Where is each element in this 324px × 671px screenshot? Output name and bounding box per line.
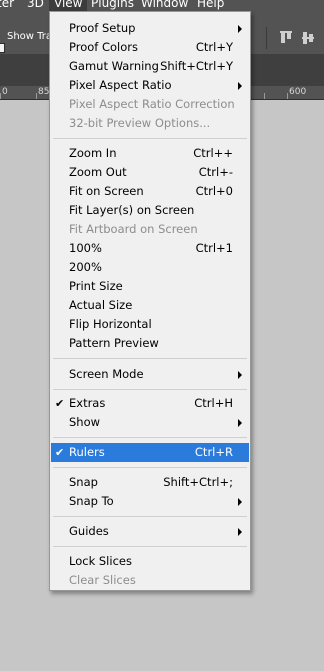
menu-item-shortcut: Ctrl+- [198,165,233,179]
menu-item-label: Clear Slices [69,573,136,587]
menu-divider [53,437,247,438]
menu-view[interactable]: View [49,0,88,11]
menu-item-fit-artboard-on-screen: Fit Artboard on Screen [51,220,249,239]
menu-item-fit-on-screen[interactable]: Fit on Screen Ctrl+0 [51,182,249,201]
menu-item-gamut-warning[interactable]: Gamut Warning Shift+Ctrl+Y [51,57,249,76]
menu-filter[interactable]: ter [0,0,14,11]
menu-item-shortcut: Ctrl+0 [195,184,233,198]
menu-item-label: Gamut Warning [69,59,159,73]
menu-item-zoom-out[interactable]: Zoom Out Ctrl+- [51,163,249,182]
submenu-arrow-icon [238,82,242,90]
menu-item-label: Zoom Out [69,165,127,179]
submenu-arrow-icon [238,528,242,536]
menu-item-label: Actual Size [69,298,133,312]
menu-item-extras[interactable]: ✔ Extras Ctrl+H [51,394,249,413]
menu-item-show[interactable]: Show [51,413,249,432]
menu-item-label: 200% [69,260,102,274]
menu-item-label: Flip Horizontal [69,317,152,331]
menu-item-label: Fit Layer(s) on Screen [69,203,195,217]
menu-item-snap-to[interactable]: Snap To [51,492,249,511]
menu-plugins[interactable]: Plugins [91,0,134,11]
ruler-label: 0 [2,87,8,97]
menu-item-label: Show [69,415,101,429]
menu-item-guides[interactable]: Guides [51,522,249,541]
menu-item-clear-slices: Clear Slices [51,571,249,590]
menu-item-32bit-preview-options: 32-bit Preview Options... [51,114,249,133]
options-divider [266,27,267,49]
submenu-arrow-icon [238,25,242,33]
menu-item-lock-slices[interactable]: Lock Slices [51,552,249,571]
menu-item-proof-colors[interactable]: Proof Colors Ctrl+Y [51,38,249,57]
menu-3d[interactable]: 3D [27,0,44,11]
menu-item-fit-layers-on-screen[interactable]: Fit Layer(s) on Screen [51,201,249,220]
menu-item-label: Pattern Preview [69,336,159,350]
menu-help[interactable]: Help [197,0,224,11]
menu-item-label: Fit Artboard on Screen [69,222,198,236]
menu-item-shortcut: Ctrl+H [194,396,233,410]
app-menubar: ter 3D View Plugins Window Help [0,0,324,11]
menu-item-shortcut: Ctrl+R [194,445,233,459]
menu-divider [53,467,247,468]
menu-item-label: Extras [69,396,106,410]
menu-divider [53,546,247,547]
show-transform-label[interactable]: Show Tra [7,31,52,42]
menu-item-100-percent[interactable]: 100% Ctrl+1 [51,239,249,258]
menu-item-label: Rulers [69,445,105,459]
menu-item-label: Fit on Screen [69,184,144,198]
menu-item-rulers[interactable]: ✔ Rulers Ctrl+R [51,443,249,462]
menu-item-screen-mode[interactable]: Screen Mode [51,365,249,384]
menu-item-label: Zoom In [69,146,117,160]
menu-item-label: Guides [69,524,109,538]
checkmark-icon: ✔ [55,397,65,410]
menu-item-shortcut: Ctrl+1 [195,241,233,255]
menu-divider [53,389,247,390]
menu-item-label: 32-bit Preview Options... [69,116,211,130]
submenu-arrow-icon [238,498,242,506]
menu-item-label: Pixel Aspect Ratio Correction [69,97,235,111]
menu-item-flip-horizontal[interactable]: Flip Horizontal [51,315,249,334]
menu-item-pixel-aspect-ratio[interactable]: Pixel Aspect Ratio [51,76,249,95]
menu-item-label: Screen Mode [69,367,144,381]
menu-item-pattern-preview[interactable]: Pattern Preview [51,334,249,353]
ruler-tick [0,93,1,99]
menu-item-actual-size[interactable]: Actual Size [51,296,249,315]
menu-item-shortcut: Ctrl+Y [195,40,233,54]
menu-item-shortcut: Ctrl++ [193,146,233,160]
menu-item-pixel-aspect-ratio-correction: Pixel Aspect Ratio Correction [51,95,249,114]
submenu-arrow-icon [238,371,242,379]
show-transform-checkbox[interactable] [0,43,5,53]
menu-item-label: Pixel Aspect Ratio [69,78,172,92]
checkmark-icon: ✔ [55,446,65,459]
ruler-tick [36,93,37,99]
menu-divider [53,516,247,517]
menu-item-200-percent[interactable]: 200% [51,258,249,277]
menu-item-proof-setup[interactable]: Proof Setup [51,19,249,38]
menu-window[interactable]: Window [141,0,188,11]
align-top-icon[interactable] [280,31,292,45]
menu-item-zoom-in[interactable]: Zoom In Ctrl++ [51,144,249,163]
menu-item-label: Print Size [69,279,123,293]
ruler-tick [264,93,265,99]
menu-divider [53,358,247,359]
menu-divider [53,138,247,139]
menu-item-print-size[interactable]: Print Size [51,277,249,296]
menu-item-snap[interactable]: Snap Shift+Ctrl+; [51,473,249,492]
view-menu-dropdown: Proof Setup Proof Colors Ctrl+Y Gamut Wa… [49,11,251,591]
menu-item-label: 100% [69,241,102,255]
menu-item-label: Proof Colors [69,40,138,54]
menu-item-label: Lock Slices [69,554,132,568]
ruler-label: 600 [289,87,307,97]
menu-item-label: Proof Setup [69,21,136,35]
menu-item-shortcut: Shift+Ctrl+; [163,475,233,489]
submenu-arrow-icon [238,419,242,427]
menu-item-label: Snap To [69,494,114,508]
menu-item-label: Snap [69,475,98,489]
menu-item-shortcut: Shift+Ctrl+Y [160,59,233,73]
ruler-tick [287,93,288,99]
align-vertical-center-icon[interactable] [302,31,314,45]
